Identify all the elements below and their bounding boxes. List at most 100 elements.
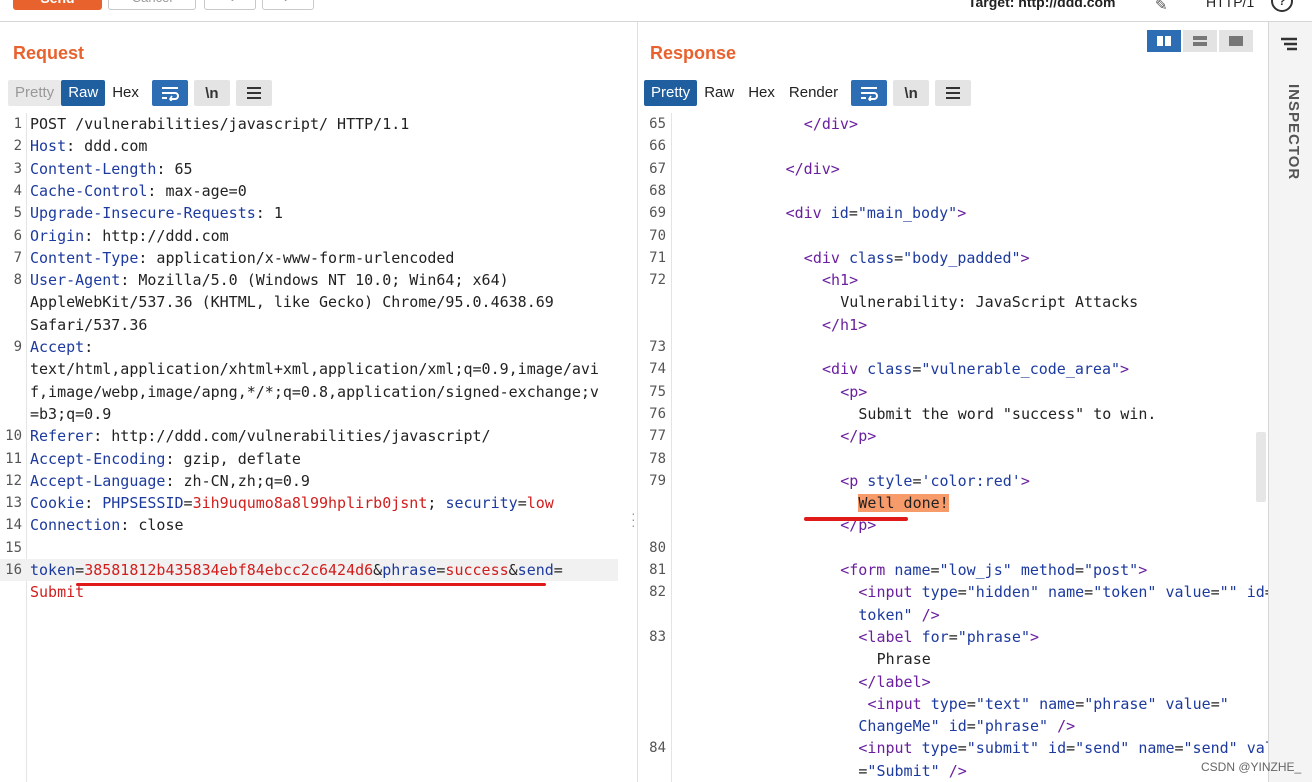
code-line: 72 <h1> <box>638 269 1256 291</box>
request-editor[interactable]: 1 POST /vulnerabilities/javascript/ HTTP/… <box>0 113 630 782</box>
line-number: 65 <box>649 116 666 132</box>
forward-button[interactable]: > <box>262 0 314 10</box>
code-line: </label> <box>638 671 1256 693</box>
token: = <box>948 627 958 646</box>
line-number: 72 <box>649 272 666 289</box>
watermark: CSDN @YINZHE_ <box>1201 760 1302 774</box>
code-line: 80 <box>638 537 1256 559</box>
cancel-button[interactable]: Cancel <box>108 0 196 10</box>
token: = <box>966 694 976 713</box>
line-content: f,image/webp,image/apng,*/*;q=0.8,applic… <box>30 381 599 403</box>
line-content: Connection: close <box>30 514 184 536</box>
request-tab-hex[interactable]: Hex <box>105 80 146 106</box>
line-number: 67 <box>649 160 666 177</box>
request-tab-raw[interactable]: Raw <box>61 80 106 106</box>
line-content: Cookie: PHPSESSID=3ih9uqumo8a8l99hplirb0… <box>30 492 554 514</box>
token: = <box>848 204 858 223</box>
line-content: <div class="vulnerable_code_area"> <box>822 358 1129 380</box>
line-content: Cache-Control: max-age=0 <box>30 180 247 202</box>
code-line: 68 <box>638 180 1256 202</box>
token: "phrase" <box>1084 694 1157 713</box>
token: token" <box>858 605 913 624</box>
help-icon[interactable]: ? <box>1271 0 1293 12</box>
line-number: 82 <box>649 584 666 601</box>
token: = <box>966 717 976 736</box>
token: : http://ddd.com <box>84 226 229 245</box>
code-line: f,image/webp,image/apng,*/*;q=0.8,applic… <box>0 381 618 403</box>
code-line: 2 Host: ddd.com <box>0 135 618 157</box>
token: text/html,application/xhtml+xml,applicat… <box>30 360 599 379</box>
token: type <box>921 739 958 758</box>
layout-side-by-side-button[interactable] <box>1147 30 1181 52</box>
token: security <box>445 494 518 513</box>
line-content: <form name="low_js" method="post"> <box>840 559 1147 581</box>
code-line: 78 <box>638 448 1256 470</box>
response-viewer[interactable]: 65 </div> 66 67 </div> 68 69 <div id="main_body… <box>638 113 1292 782</box>
layout-stacked-button[interactable] <box>1183 30 1217 52</box>
token: = <box>1174 739 1184 758</box>
line-number: 2 <box>13 138 22 155</box>
drag-handle-icon[interactable]: · · · <box>631 506 636 532</box>
wrap-lines-icon[interactable] <box>151 80 188 106</box>
edit-target-icon[interactable]: ✎ <box>1155 0 1168 14</box>
line-number: 10 <box>5 428 22 445</box>
request-menu-icon[interactable] <box>235 80 272 106</box>
line-number: 16 <box>5 562 22 578</box>
token: = <box>894 248 904 267</box>
token: <input <box>858 583 922 602</box>
token: type <box>921 583 958 602</box>
line-content: POST /vulnerabilities/javascript/ HTTP/1… <box>30 113 409 135</box>
response-tab-hex[interactable]: Hex <box>741 80 782 106</box>
request-tab-pretty[interactable]: Pretty <box>8 80 62 106</box>
line-content: Well done! <box>858 492 949 514</box>
code-line: 11 Accept-Encoding: gzip, deflate <box>0 448 618 470</box>
token: > <box>1138 561 1148 579</box>
line-number: 6 <box>13 227 22 244</box>
code-line: 12 Accept-Language: zh-CN,zh;q=0.9 <box>0 470 618 492</box>
token: phrase <box>382 561 437 579</box>
response-scrollbar[interactable] <box>1256 432 1266 502</box>
code-line: 70 <box>638 225 1256 247</box>
line-content: Submit the word "success" to win. <box>858 403 1156 425</box>
token: class <box>848 248 895 267</box>
line-content: <p style='color:red'> <box>840 470 1030 492</box>
inspector-tab[interactable]: INSPECTOR <box>1285 84 1302 180</box>
token: = <box>553 561 563 579</box>
code-line: =b3;q=0.9 <box>0 403 618 425</box>
line-number: 70 <box>649 227 666 244</box>
token: > <box>1029 627 1040 646</box>
response-menu-icon[interactable] <box>935 80 972 106</box>
token: <div <box>785 204 831 223</box>
token: "submit" <box>966 739 1040 758</box>
token: id <box>948 717 967 736</box>
code-line: AppleWebKit/537.36 (KHTML, like Gecko) C… <box>0 291 618 313</box>
sidebar-menu-icon[interactable] <box>1279 36 1299 57</box>
response-wrap-lines-icon[interactable] <box>851 80 888 106</box>
response-tab-pretty[interactable]: Pretty <box>644 80 698 106</box>
token: id <box>830 204 849 223</box>
line-content: </div> <box>804 113 858 135</box>
line-content: <div class="body_padded"> <box>804 247 1030 269</box>
http-version-label[interactable]: HTTP/1 <box>1206 0 1254 10</box>
token: Accept-Encoding <box>30 449 166 468</box>
token: : <box>84 338 94 356</box>
token: : http://ddd.com/vulnerabilities/javascr… <box>93 427 491 446</box>
response-show-newlines-button[interactable]: \n <box>893 80 930 106</box>
token: <input <box>858 739 922 758</box>
token: : 65 <box>156 159 193 178</box>
send-button[interactable]: Send <box>13 0 102 10</box>
line-number: 83 <box>649 628 666 645</box>
annotation-underline-request <box>76 583 546 586</box>
back-button[interactable]: < <box>204 0 256 10</box>
response-tab-render[interactable]: Render <box>782 80 845 106</box>
response-title: Response <box>650 43 737 63</box>
response-tab-raw[interactable]: Raw <box>697 80 741 106</box>
token: > <box>1020 471 1030 490</box>
token: <h1> <box>822 271 859 290</box>
layout-tabs-button[interactable] <box>1219 30 1253 52</box>
token: : close <box>120 516 184 535</box>
show-newlines-button[interactable]: \n <box>193 80 230 106</box>
token: Vulnerability: JavaScript Attacks <box>840 293 1139 312</box>
